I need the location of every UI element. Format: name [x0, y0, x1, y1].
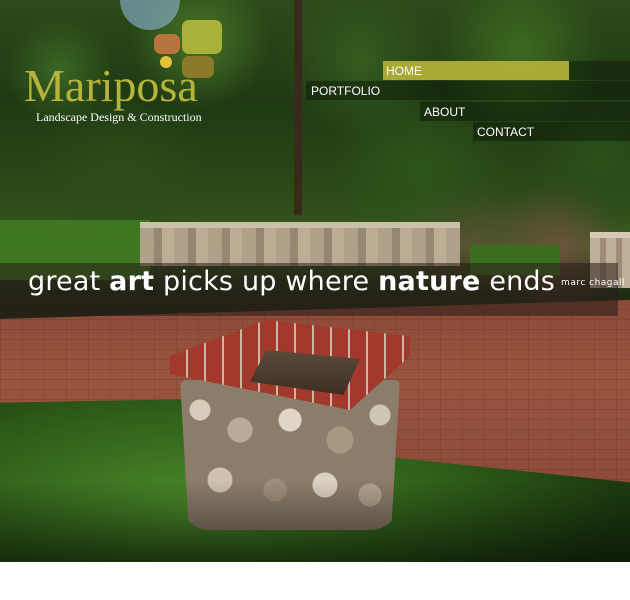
nav-contact-link[interactable]: CONTACT: [477, 123, 534, 141]
quote-part-art: art: [109, 266, 155, 297]
nav-home-link[interactable]: HOME: [386, 62, 422, 80]
stone-seat-wall: [140, 222, 460, 266]
bottom-shadow: [0, 480, 630, 562]
quote-part-3: ends: [480, 266, 556, 297]
nav-portfolio-link[interactable]: PORTFOLIO: [311, 82, 380, 100]
main-navigation: HOME PORTFOLIO ABOUT CONTACT: [0, 0, 630, 150]
quote-part-1: great: [28, 266, 110, 297]
quote-attribution: marc chagall: [561, 277, 626, 288]
hero-quote: great art picks up where nature ends marc…: [28, 264, 625, 302]
nav-about-link[interactable]: ABOUT: [424, 103, 465, 121]
quote-part-2: picks up where: [154, 266, 379, 297]
quote-part-nature: nature: [378, 266, 481, 297]
